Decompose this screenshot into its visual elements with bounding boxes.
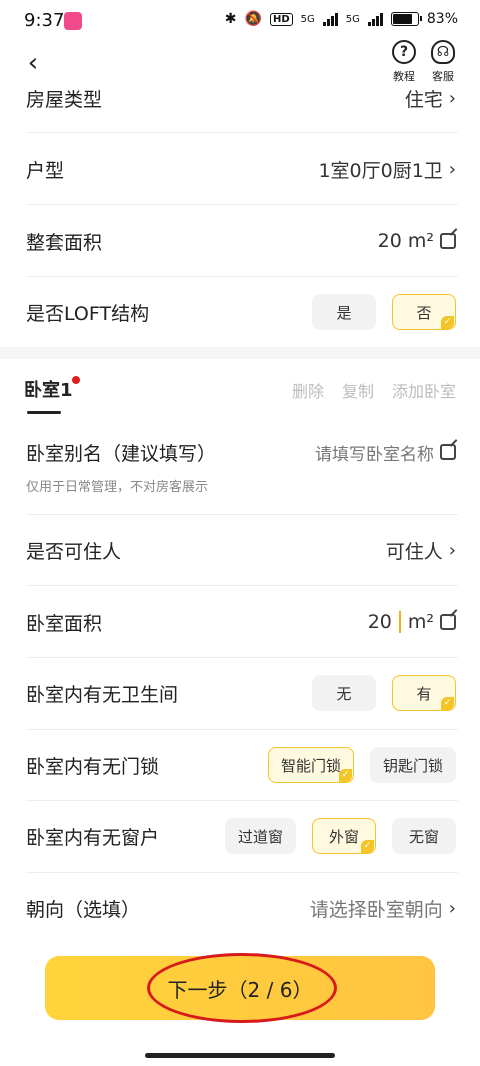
bedroom-alias-input[interactable]: 请填写卧室名称 xyxy=(315,440,456,465)
chevron-right-icon: › xyxy=(448,539,456,561)
total-area-value[interactable]: 20 m² xyxy=(378,230,456,252)
help-button[interactable]: ? 教程 xyxy=(388,40,420,84)
divider xyxy=(26,872,458,873)
status-time: 9:37 xyxy=(24,10,65,31)
divider xyxy=(26,585,458,586)
livable-label: 是否可住人 xyxy=(26,540,122,563)
delete-bedroom-button[interactable]: 删除 xyxy=(292,378,324,402)
total-area-row[interactable]: 整套面积 20 m² xyxy=(26,226,456,256)
smart-lock-option[interactable]: 智能门锁 xyxy=(267,747,354,783)
chevron-left-icon: ‹ xyxy=(27,48,39,78)
bedroom-actions: 删除 复制 添加卧室 xyxy=(292,378,456,402)
loft-label: 是否LOFT结构 xyxy=(26,302,150,325)
bedroom-alias-row: 卧室别名（建议填写） 请填写卧室名称 xyxy=(26,437,456,467)
network-5g-1: 5G xyxy=(300,13,315,25)
bathroom-has-option[interactable]: 有 xyxy=(392,675,456,711)
loft-row: 是否LOFT结构 是 否 xyxy=(26,293,456,331)
window-row: 卧室内有无窗户 过道窗 外窗 无窗 xyxy=(26,817,456,855)
next-step-label: 下一步（2 / 6） xyxy=(167,977,313,1002)
tab-bedroom-1[interactable]: 卧室1 xyxy=(24,376,73,402)
aisle-window-option[interactable]: 过道窗 xyxy=(224,818,296,854)
section-gap xyxy=(0,347,480,359)
divider xyxy=(26,204,458,205)
status-bar: 9:37 ✱ 🔕 HD 5G 5G 83% xyxy=(0,0,480,44)
bedroom-area-label: 卧室面积 xyxy=(26,612,103,635)
divider xyxy=(26,657,458,658)
door-lock-label: 卧室内有无门锁 xyxy=(26,755,160,778)
tab-underline xyxy=(27,411,61,414)
loft-yes-option[interactable]: 是 xyxy=(312,294,376,330)
bluetooth-icon: ✱ xyxy=(224,11,237,27)
orientation-value: 请选择卧室朝向 › xyxy=(309,897,456,921)
text-cursor xyxy=(398,611,401,633)
total-area-label: 整套面积 xyxy=(26,231,103,254)
house-type-label: 房屋类型 xyxy=(26,88,103,111)
orientation-row[interactable]: 朝向（选填） 请选择卧室朝向 › xyxy=(26,893,456,923)
edit-icon xyxy=(440,233,456,249)
livable-row[interactable]: 是否可住人 可住人 › xyxy=(26,535,456,565)
divider xyxy=(26,276,458,277)
livable-value: 可住人 › xyxy=(385,539,456,563)
alias-note: 仅用于日常管理，不对房客展示 xyxy=(26,480,209,495)
customer-service-button[interactable]: ☊ 客服 xyxy=(426,40,460,84)
battery-percent: 83% xyxy=(426,11,458,27)
battery-icon xyxy=(390,12,422,26)
divider xyxy=(26,514,458,515)
chevron-right-icon: › xyxy=(448,87,456,109)
headset-icon: ☊ xyxy=(431,40,455,64)
service-label: 客服 xyxy=(432,70,454,83)
edit-icon xyxy=(440,614,456,630)
network-5g-2: 5G xyxy=(345,13,360,25)
signal-icon-2 xyxy=(367,12,383,26)
layout-value: 1室0厅0厨1卫 › xyxy=(318,158,456,182)
door-lock-row: 卧室内有无门锁 智能门锁 钥匙门锁 xyxy=(26,746,456,784)
question-icon: ? xyxy=(392,40,416,64)
bathroom-row: 卧室内有无卫生间 无 有 xyxy=(26,674,456,712)
bedroom-area-input[interactable]: 20 m² xyxy=(368,611,456,633)
loft-no-option[interactable]: 否 xyxy=(392,294,456,330)
no-window-option[interactable]: 无窗 xyxy=(392,818,456,854)
hd-badge: HD xyxy=(269,12,293,26)
divider xyxy=(26,132,458,133)
layout-row[interactable]: 户型 1室0厅0厨1卫 › xyxy=(26,154,456,184)
status-icons: ✱ 🔕 HD 5G 5G 83% xyxy=(225,11,458,27)
window-options: 过道窗 外窗 无窗 xyxy=(224,818,456,854)
key-lock-option[interactable]: 钥匙门锁 xyxy=(369,747,456,783)
bedroom-alias-label: 卧室别名（建议填写） xyxy=(26,442,217,465)
outer-window-option[interactable]: 外窗 xyxy=(312,818,376,854)
house-type-row[interactable]: 房屋类型 住宅 › xyxy=(26,84,456,112)
edit-icon xyxy=(440,444,456,460)
signal-icon-1 xyxy=(322,12,338,26)
back-button[interactable]: ‹ xyxy=(18,48,48,78)
house-type-value: 住宅 › xyxy=(404,87,456,111)
home-indicator[interactable] xyxy=(145,1053,335,1058)
door-lock-options: 智能门锁 钥匙门锁 xyxy=(267,747,456,783)
help-label: 教程 xyxy=(393,70,415,83)
next-step-button[interactable]: 下一步（2 / 6） xyxy=(45,956,435,1020)
bedroom-area-row: 卧室面积 20 m² xyxy=(26,607,456,637)
divider xyxy=(26,800,458,801)
window-label: 卧室内有无窗户 xyxy=(26,826,160,849)
chevron-right-icon: › xyxy=(448,897,456,919)
copy-bedroom-button[interactable]: 复制 xyxy=(342,378,374,402)
loft-options: 是 否 xyxy=(312,294,456,330)
bathroom-none-option[interactable]: 无 xyxy=(312,675,376,711)
bathroom-options: 无 有 xyxy=(312,675,456,711)
orientation-label: 朝向（选填） xyxy=(26,898,141,921)
add-bedroom-button[interactable]: 添加卧室 xyxy=(392,378,456,402)
layout-label: 户型 xyxy=(26,159,65,182)
chevron-right-icon: › xyxy=(448,158,456,180)
mute-bell-icon: 🔕 xyxy=(244,11,262,27)
app-notification-icon xyxy=(64,12,82,30)
bathroom-label: 卧室内有无卫生间 xyxy=(26,683,179,706)
divider xyxy=(26,729,458,730)
unfinished-dot xyxy=(72,376,80,384)
